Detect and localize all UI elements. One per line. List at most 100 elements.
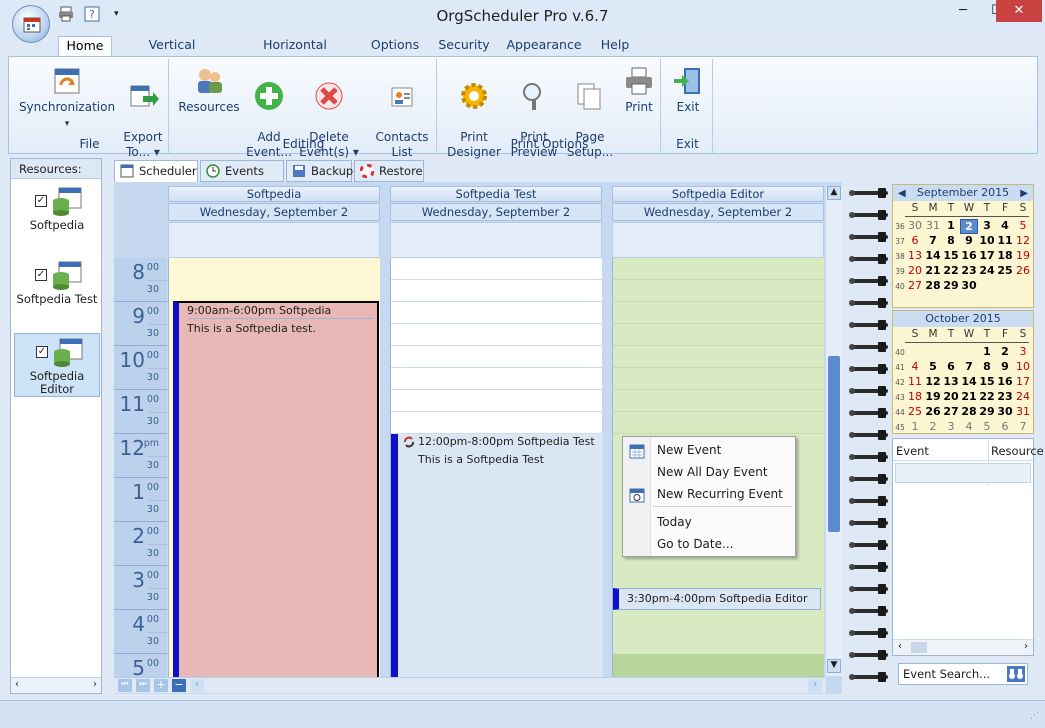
- calendar-day[interactable]: 10: [978, 234, 996, 247]
- last-icon[interactable]: ⏭: [136, 679, 150, 692]
- all-day-area[interactable]: [612, 222, 824, 258]
- calendar-day[interactable]: 19: [1014, 249, 1032, 262]
- menu-today[interactable]: Today: [657, 512, 692, 532]
- calendar-day[interactable]: 4: [960, 420, 978, 433]
- calendar-day[interactable]: 1: [978, 345, 996, 358]
- calendar-day[interactable]: 28: [960, 405, 978, 418]
- calendar-day[interactable]: 7: [960, 360, 978, 373]
- calendar-day[interactable]: 27: [906, 279, 924, 292]
- tab-help[interactable]: Help: [596, 36, 634, 56]
- scheduler-horizontal-scrollbar[interactable]: ⏮ ⏭ + − ‹ ›: [114, 677, 826, 693]
- calendar-day[interactable]: 1: [906, 420, 924, 433]
- scroll-up-icon[interactable]: ▲: [827, 186, 841, 200]
- tab-scheduler[interactable]: Scheduler: [114, 160, 198, 182]
- event-softpedia-editor[interactable]: 3:30pm-4:00pm Softpedia Editor: [613, 588, 821, 610]
- menu-new-all-day-event[interactable]: New All Day Event: [657, 462, 768, 482]
- scroll-right-icon[interactable]: ›: [93, 679, 97, 690]
- tab-appearance[interactable]: Appearance: [504, 36, 584, 56]
- calendar-day[interactable]: 30: [960, 279, 978, 292]
- calendar-day[interactable]: 25: [906, 405, 924, 418]
- prev-month-icon[interactable]: ◀: [898, 186, 906, 201]
- all-day-area[interactable]: [168, 222, 380, 258]
- calendar-day[interactable]: 31: [924, 219, 942, 232]
- resource-column-header[interactable]: Resource: [991, 444, 1044, 458]
- exit-button[interactable]: Exit: [667, 65, 709, 115]
- calendar-day[interactable]: 2: [996, 345, 1014, 358]
- resize-grip-icon[interactable]: ⋰: [1030, 711, 1039, 721]
- calendar-day[interactable]: 18: [906, 390, 924, 403]
- calendar-day[interactable]: 5: [1014, 219, 1032, 232]
- menu-new-event[interactable]: New Event: [657, 440, 721, 460]
- calendar-day[interactable]: 4: [906, 360, 924, 373]
- date-header[interactable]: Wednesday, September 2: [612, 203, 824, 221]
- calendar-day[interactable]: 9: [960, 234, 978, 247]
- calendar-day[interactable]: 2: [924, 420, 942, 433]
- application-menu-button[interactable]: [12, 5, 50, 43]
- calendar-day[interactable]: 17: [1014, 375, 1032, 388]
- calendar-day[interactable]: 3: [978, 219, 996, 232]
- scroll-left-icon[interactable]: ‹: [898, 641, 902, 652]
- all-day-area[interactable]: [390, 222, 602, 258]
- calendar-day[interactable]: 1: [942, 219, 960, 232]
- calendar-day[interactable]: 16: [996, 375, 1014, 388]
- calendar-day[interactable]: 20: [906, 264, 924, 277]
- tab-options[interactable]: Options: [366, 36, 424, 56]
- resource-checkbox[interactable]: ✓: [35, 195, 47, 207]
- calendar-day[interactable]: 7: [1014, 420, 1032, 433]
- calendar-day[interactable]: 21: [960, 390, 978, 403]
- event-list-row[interactable]: [895, 463, 1031, 483]
- scroll-thumb[interactable]: [828, 356, 840, 532]
- calendar-day[interactable]: 29: [978, 405, 996, 418]
- minimize-button[interactable]: ─: [946, 0, 980, 22]
- month-calendar-september[interactable]: ◀ September 2015 ▶ S M T W T F S 36 30 31 1 2 3 4 5 37 6…: [892, 184, 1034, 308]
- column-header-softpedia-test[interactable]: Softpedia Test: [390, 186, 602, 202]
- calendar-day[interactable]: 3: [1014, 345, 1032, 358]
- calendar-day[interactable]: 5: [978, 420, 996, 433]
- calendar-day[interactable]: 8: [942, 234, 960, 247]
- calendar-day[interactable]: 26: [1014, 264, 1032, 277]
- resource-checkbox[interactable]: ✓: [35, 269, 47, 281]
- tab-events-list[interactable]: Events List: [200, 160, 284, 198]
- calendar-day[interactable]: 30: [996, 405, 1014, 418]
- menu-new-recurring-event[interactable]: New Recurring Event: [657, 484, 783, 504]
- calendar-day[interactable]: 10: [1014, 360, 1032, 373]
- calendar-day[interactable]: 25: [996, 264, 1014, 277]
- calendar-day[interactable]: 27: [942, 405, 960, 418]
- binoculars-icon[interactable]: [1007, 666, 1025, 682]
- date-header[interactable]: Wednesday, September 2: [168, 203, 380, 221]
- event-list-scrollbar[interactable]: ‹ ›: [893, 639, 1033, 655]
- calendar-day[interactable]: 23: [960, 264, 978, 277]
- print-button[interactable]: Print: [619, 65, 659, 115]
- calendar-day[interactable]: 6: [996, 420, 1014, 433]
- calendar-day[interactable]: 15: [978, 375, 996, 388]
- synchronization-button[interactable]: Synchronization ▾: [17, 65, 117, 132]
- tab-backup[interactable]: Backup: [286, 160, 353, 182]
- calendar-day[interactable]: 14: [924, 249, 942, 262]
- resource-checkbox[interactable]: ✓: [36, 346, 48, 358]
- calendar-day[interactable]: 13: [942, 375, 960, 388]
- next-month-icon[interactable]: ▶: [1020, 186, 1028, 201]
- calendar-day[interactable]: 11: [906, 375, 924, 388]
- calendar-day[interactable]: 12: [924, 375, 942, 388]
- calendar-day[interactable]: 24: [978, 264, 996, 277]
- calendar-day[interactable]: 21: [924, 264, 942, 277]
- event-softpedia[interactable]: 9:00am-6:00pm Softpedia This is a Softpe…: [173, 301, 379, 679]
- calendar-day[interactable]: 30: [906, 219, 924, 232]
- calendar-day[interactable]: 18: [996, 249, 1014, 262]
- resource-item-selected[interactable]: ✓ Softpedia Editor: [14, 333, 100, 397]
- day-column-softpedia-test[interactable]: 12:00pm-8:00pm Softpedia Test This is a …: [390, 258, 603, 678]
- calendar-day[interactable]: 2: [960, 219, 978, 234]
- resource-item[interactable]: ✓ Softpedia: [14, 183, 100, 249]
- event-search-input[interactable]: Event Search...: [898, 663, 1028, 685]
- calendar-day[interactable]: 8: [978, 360, 996, 373]
- scroll-left-icon[interactable]: ‹: [190, 679, 204, 692]
- calendar-day[interactable]: 12: [1014, 234, 1032, 247]
- calendar-day[interactable]: 31: [1014, 405, 1032, 418]
- calendar-day[interactable]: 28: [924, 279, 942, 292]
- zoom-in-icon[interactable]: +: [154, 679, 168, 692]
- scroll-left-icon[interactable]: ‹: [15, 679, 19, 690]
- calendar-day[interactable]: 29: [942, 279, 960, 292]
- tab-home[interactable]: Home: [58, 36, 112, 56]
- scroll-right-icon[interactable]: ›: [1024, 641, 1028, 652]
- calendar-day[interactable]: 20: [942, 390, 960, 403]
